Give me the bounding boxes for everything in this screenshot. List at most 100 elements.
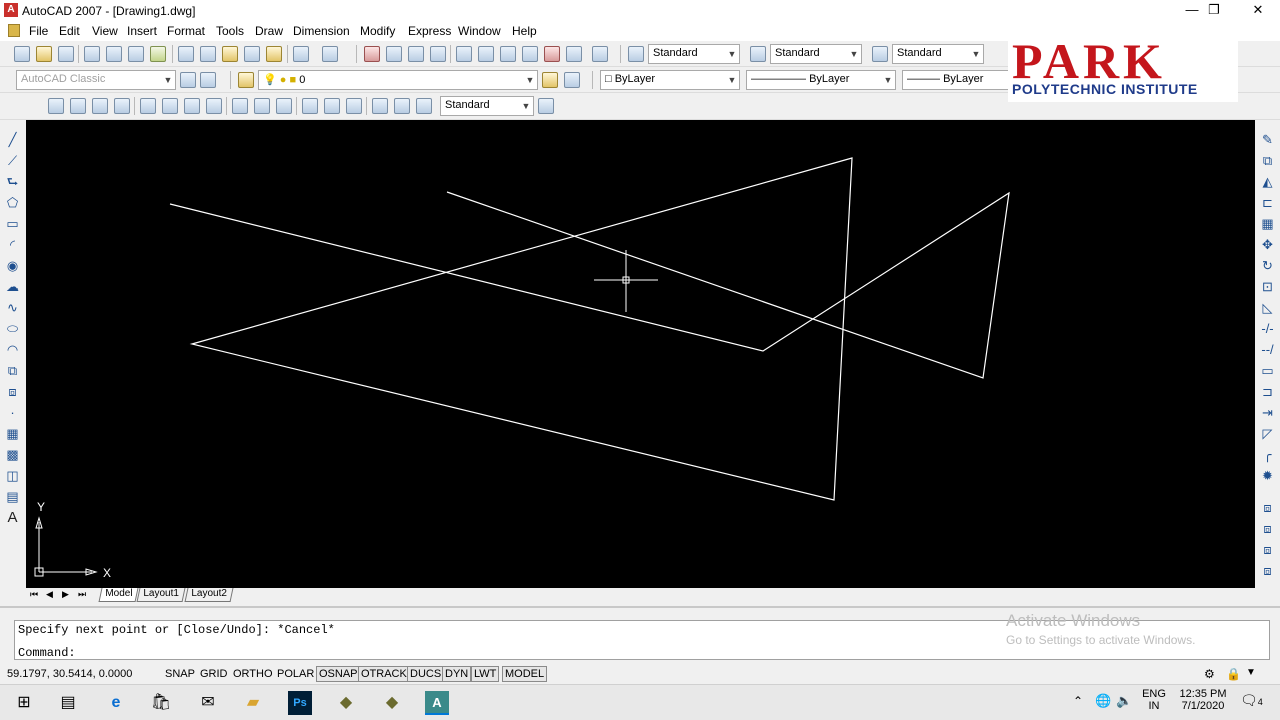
- ellipse-icon[interactable]: ⬭: [5, 321, 20, 336]
- menu-format[interactable]: Format: [167, 24, 205, 38]
- model-toggle[interactable]: MODEL: [502, 666, 548, 682]
- aligned-dim-icon[interactable]: [70, 98, 86, 114]
- status-menu-icon[interactable]: ▼: [1246, 667, 1256, 678]
- otrack-toggle[interactable]: OTRACK: [358, 666, 410, 682]
- autocad-app-icon[interactable]: A: [4, 3, 18, 17]
- revision-cloud-icon[interactable]: ☁: [5, 279, 20, 294]
- restore-button[interactable]: ❐: [1192, 0, 1236, 21]
- command-prompt[interactable]: Command:: [18, 646, 76, 660]
- plot-icon[interactable]: [84, 46, 100, 62]
- dim-text-edit-icon[interactable]: [394, 98, 410, 114]
- radius-icon[interactable]: [140, 98, 156, 114]
- network-icon[interactable]: 🌐: [1095, 693, 1111, 709]
- ordinate-icon[interactable]: [114, 98, 130, 114]
- task-view-icon[interactable]: ▤: [56, 691, 80, 715]
- autocad-shortcut-icon[interactable]: ◆: [334, 691, 358, 715]
- dim-edit-icon[interactable]: [372, 98, 388, 114]
- layer-previous-icon[interactable]: [564, 72, 580, 88]
- design-center-icon[interactable]: [478, 46, 494, 62]
- prev-tab-icon[interactable]: ◀: [46, 589, 53, 600]
- ducs-toggle[interactable]: DUCS: [407, 666, 445, 682]
- polyline-icon[interactable]: ⮑: [5, 174, 20, 189]
- diameter-icon[interactable]: [184, 98, 200, 114]
- array-icon[interactable]: ▦: [1260, 216, 1275, 231]
- line-icon[interactable]: ╱: [5, 132, 20, 147]
- tray-overflow-icon[interactable]: ⌃: [1073, 694, 1083, 708]
- publish-icon[interactable]: [128, 46, 144, 62]
- construction-line-icon[interactable]: ⟋: [5, 153, 20, 168]
- close-button[interactable]: ✕: [1236, 0, 1280, 21]
- mirror-icon[interactable]: ◭: [1260, 174, 1275, 189]
- photoshop-icon[interactable]: Ps: [288, 691, 312, 715]
- menu-tools[interactable]: Tools: [216, 24, 244, 38]
- multiline-text-icon[interactable]: A: [5, 510, 20, 525]
- explode-icon[interactable]: ✹: [1260, 468, 1275, 483]
- paste-icon[interactable]: [222, 46, 238, 62]
- bring-above-icon[interactable]: ⧈: [1260, 542, 1275, 557]
- polar-toggle[interactable]: POLAR: [274, 666, 317, 682]
- comm-center-icon[interactable]: ⚙: [1204, 667, 1215, 681]
- lwt-toggle[interactable]: LWT: [471, 666, 500, 682]
- menu-help[interactable]: Help: [512, 24, 537, 38]
- clock[interactable]: 12:35 PM 7/1/2020: [1176, 688, 1230, 712]
- file-explorer-icon[interactable]: ▰: [241, 691, 265, 715]
- jogged-icon[interactable]: [162, 98, 178, 114]
- continue-icon[interactable]: [276, 98, 292, 114]
- dim-toolbar-style-combo[interactable]: Standard ▼: [440, 96, 534, 116]
- sheet-set-icon[interactable]: [522, 46, 538, 62]
- baseline-icon[interactable]: [254, 98, 270, 114]
- calculator-icon[interactable]: [566, 46, 582, 62]
- linear-dim-icon[interactable]: [48, 98, 64, 114]
- move-icon[interactable]: ✥: [1260, 237, 1275, 252]
- osnap-toggle[interactable]: OSNAP: [316, 666, 361, 682]
- stretch-icon[interactable]: ◺: [1260, 300, 1275, 315]
- join-icon[interactable]: ⇥: [1260, 405, 1275, 420]
- hatch-icon[interactable]: ▦: [5, 426, 20, 441]
- menu-modify[interactable]: Modify: [360, 24, 395, 38]
- make-block-icon[interactable]: ⧈: [5, 384, 20, 399]
- ortho-toggle[interactable]: ORTHO: [230, 666, 276, 682]
- pan-icon[interactable]: [364, 46, 380, 62]
- last-tab-icon[interactable]: ⏭: [78, 589, 86, 600]
- plot-preview-icon[interactable]: [106, 46, 122, 62]
- zoom-window-icon[interactable]: [408, 46, 424, 62]
- angular-icon[interactable]: [206, 98, 222, 114]
- toolbar-lock-icon[interactable]: 🔒: [1226, 667, 1241, 681]
- rotate-icon[interactable]: ↻: [1260, 258, 1275, 273]
- triangle-shape[interactable]: [189, 157, 853, 501]
- save-icon[interactable]: [58, 46, 74, 62]
- properties-icon[interactable]: [456, 46, 472, 62]
- first-tab-icon[interactable]: ⏮: [30, 589, 38, 600]
- extend-icon[interactable]: --/: [1260, 342, 1275, 357]
- offset-icon[interactable]: ⊏: [1260, 195, 1275, 210]
- layer-combo[interactable]: 💡 ● ■ 0 ▼: [258, 70, 538, 90]
- redo-icon[interactable]: [322, 46, 338, 62]
- zoom-realtime-icon[interactable]: [386, 46, 402, 62]
- dyn-toggle[interactable]: DYN: [442, 666, 472, 682]
- cut-icon[interactable]: [178, 46, 194, 62]
- circle-icon[interactable]: ◉: [5, 258, 20, 273]
- ellipse-arc-icon[interactable]: ◠: [5, 342, 20, 357]
- dim-update-icon[interactable]: [416, 98, 432, 114]
- erase-icon[interactable]: ✎: [1260, 132, 1275, 147]
- insert-block-icon[interactable]: ⧉: [5, 363, 20, 378]
- markup-icon[interactable]: [544, 46, 560, 62]
- layer-properties-icon[interactable]: [238, 72, 254, 88]
- block-editor-icon[interactable]: [266, 46, 282, 62]
- table-style-combo[interactable]: Standard ▼: [892, 44, 984, 64]
- menu-draw[interactable]: Draw: [255, 24, 283, 38]
- text-style-icon[interactable]: [628, 46, 644, 62]
- trim-icon[interactable]: -/-: [1260, 321, 1275, 336]
- 3d-dwf-icon[interactable]: [150, 46, 166, 62]
- copy-object-icon[interactable]: ⧉: [1260, 153, 1275, 168]
- fillet-icon[interactable]: ╭: [1260, 447, 1275, 462]
- spline-icon[interactable]: ∿: [5, 300, 20, 315]
- break-icon[interactable]: ⊐: [1260, 384, 1275, 399]
- region-icon[interactable]: ◫: [5, 468, 20, 483]
- edge-icon[interactable]: e: [104, 691, 128, 715]
- workspace-settings-icon[interactable]: [180, 72, 196, 88]
- new-icon[interactable]: [14, 46, 30, 62]
- autocad-shortcut-2-icon[interactable]: ◆: [380, 691, 404, 715]
- zoom-previous-icon[interactable]: [430, 46, 446, 62]
- store-icon[interactable]: 🛍: [149, 691, 173, 715]
